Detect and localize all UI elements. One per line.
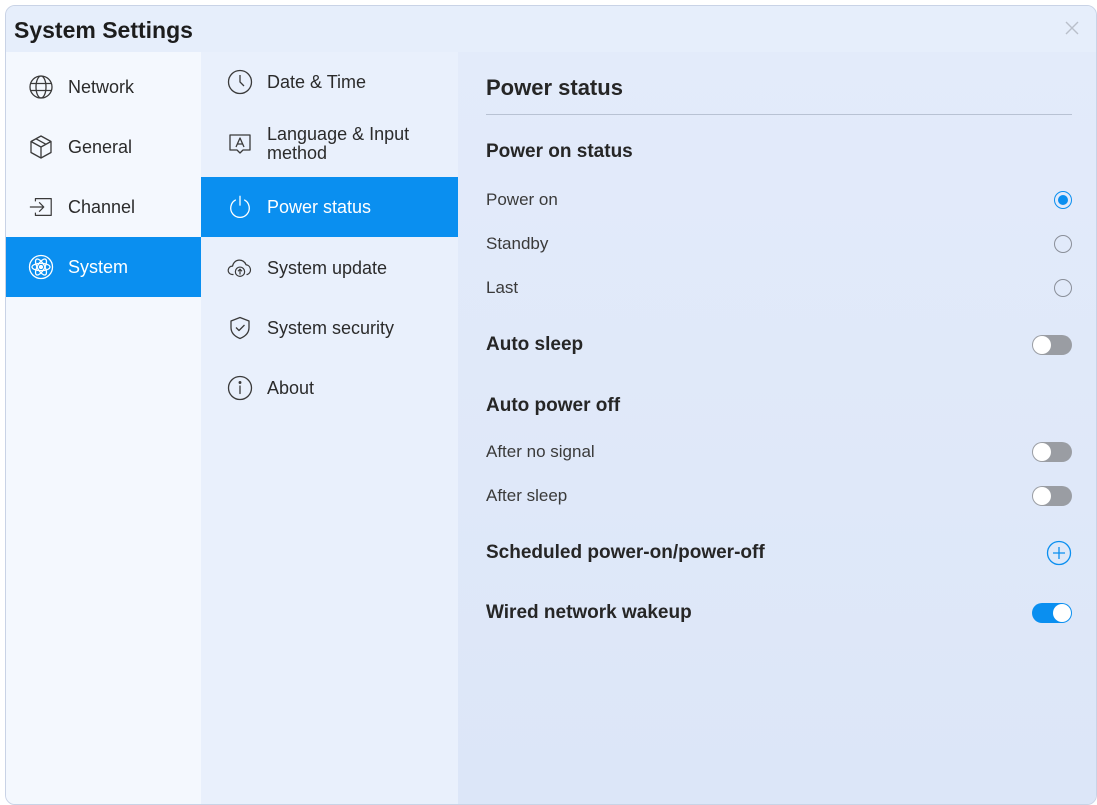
auto-sleep-toggle[interactable]: [1032, 335, 1072, 355]
primary-nav-item-channel[interactable]: Channel: [6, 177, 201, 237]
power-status-panel: Power status Power on status Power on St…: [458, 52, 1096, 804]
after-no-signal-label: After no signal: [486, 442, 595, 461]
cloud-upload-icon: [227, 255, 253, 281]
secondary-nav-label-line-1: Language & Input: [267, 124, 410, 144]
title-divider: [486, 114, 1072, 115]
close-button[interactable]: [1062, 18, 1082, 38]
standby-option-label: Standby: [486, 234, 549, 253]
secondary-nav-item-date-time[interactable]: Date & Time: [201, 52, 458, 112]
auto-sleep-row[interactable]: Auto sleep: [486, 330, 1072, 360]
secondary-nav-label: About: [267, 377, 315, 398]
shield-check-icon: [227, 315, 253, 341]
after-sleep-toggle[interactable]: [1032, 486, 1072, 506]
after-no-signal-row[interactable]: After no signal: [486, 437, 1072, 467]
primary-nav-item-general[interactable]: General: [6, 117, 201, 177]
secondary-nav-label: System update: [267, 257, 388, 278]
secondary-nav-label: Date & Time: [267, 71, 367, 92]
input-icon: [28, 194, 54, 220]
secondary-nav-item-about[interactable]: About: [201, 358, 458, 418]
cube-icon: [28, 134, 54, 160]
last-option-label: Last: [486, 278, 519, 297]
auto-sleep-label: Auto sleep: [486, 334, 584, 355]
primary-nav-item-network[interactable]: Network: [6, 57, 201, 117]
after-sleep-row[interactable]: After sleep: [486, 481, 1072, 511]
info-icon: [227, 375, 253, 401]
primary-nav-label: General: [68, 136, 133, 157]
standby-option-row[interactable]: Standby: [486, 229, 1072, 259]
secondary-nav: Date & Time Language & Input method Powe…: [201, 52, 458, 804]
settings-window: System Settings Network General Channel …: [5, 5, 1097, 805]
atom-icon: [28, 254, 54, 280]
wired-wakeup-toggle[interactable]: [1032, 603, 1072, 623]
clock-icon: [227, 69, 253, 95]
scheduled-power-row[interactable]: Scheduled power-on/power-off: [486, 538, 1072, 568]
auto-power-off-heading: Auto power off: [486, 395, 621, 416]
secondary-nav-item-system-update[interactable]: System update: [201, 238, 458, 298]
close-icon: [1065, 21, 1079, 35]
secondary-nav-label: Power status: [267, 196, 372, 217]
secondary-nav-label: System security: [267, 317, 395, 338]
window-title: System Settings: [14, 17, 193, 43]
secondary-nav-label: Language & Input method: [267, 125, 409, 163]
wired-wakeup-label: Wired network wakeup: [486, 602, 692, 623]
primary-nav-label: Network: [68, 76, 135, 97]
secondary-nav-item-language-input[interactable]: Language & Input method: [201, 114, 458, 174]
plus-circle-icon: [1046, 540, 1072, 566]
last-option-row[interactable]: Last: [486, 273, 1072, 303]
secondary-nav-item-power-status[interactable]: Power status: [201, 177, 458, 237]
power-on-radio[interactable]: [1054, 191, 1072, 209]
after-sleep-label: After sleep: [486, 486, 568, 505]
after-no-signal-toggle[interactable]: [1032, 442, 1072, 462]
power-on-status-heading: Power on status: [486, 141, 633, 162]
secondary-nav-label-line-2: method: [267, 143, 328, 163]
primary-nav-label: Channel: [68, 196, 136, 217]
title-bar: System Settings: [6, 6, 1096, 52]
scheduled-power-label: Scheduled power-on/power-off: [486, 542, 765, 563]
globe-icon: [28, 74, 54, 100]
secondary-nav-item-system-security[interactable]: System security: [201, 298, 458, 358]
keyboard-a-icon: [227, 131, 253, 157]
wired-wakeup-row[interactable]: Wired network wakeup: [486, 598, 1072, 628]
primary-nav: Network General Channel System: [6, 52, 201, 804]
power-on-option-row[interactable]: Power on: [486, 185, 1072, 215]
power-icon: [227, 194, 253, 220]
primary-nav-item-system[interactable]: System: [6, 237, 201, 297]
last-radio[interactable]: [1054, 279, 1072, 297]
page-title: Power status: [486, 75, 623, 100]
power-on-option-label: Power on: [486, 190, 558, 209]
primary-nav-label: System: [68, 256, 129, 277]
standby-radio[interactable]: [1054, 235, 1072, 253]
add-schedule-button[interactable]: [1046, 540, 1072, 566]
